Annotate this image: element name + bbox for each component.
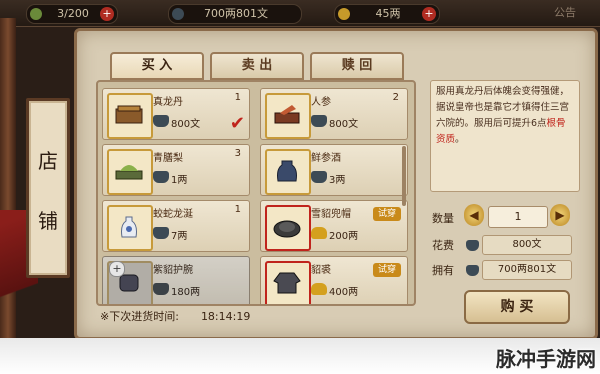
energy-counter: 3/200 + [26, 4, 118, 24]
copper-coin-icon [311, 171, 327, 183]
copper-coin-icon [153, 227, 169, 239]
energy-value: 3/200 [57, 7, 89, 20]
cost-value: 800文 [482, 235, 572, 255]
vase-icon [121, 216, 137, 238]
copper-coin-icon [311, 115, 327, 127]
item-icon-box [107, 93, 153, 139]
item-slot-zidiaohuwan[interactable]: + 紫貂护腕 180两 [102, 256, 250, 304]
copper-coin-icon [466, 265, 479, 276]
gold-ingot-icon [311, 227, 327, 239]
herb-tray-icon [115, 165, 143, 180]
watermark-text: 脉冲手游网 [496, 347, 596, 371]
add-icon: + [109, 261, 125, 277]
add-silver-button[interactable]: + [422, 7, 436, 21]
copper-counter: 700两801文 [168, 4, 302, 24]
item-price: 180两 [171, 287, 201, 298]
item-name: 紫貂护腕 [153, 265, 193, 276]
copper-coin-icon [153, 115, 169, 127]
copper-value: 700两801文 [204, 7, 268, 20]
item-icon-box [107, 149, 153, 195]
item-icon-box [265, 205, 311, 251]
item-name: 真龙丹 [153, 97, 183, 108]
item-qty: 2 [392, 92, 399, 103]
item-price: 400两 [329, 287, 359, 298]
energy-icon [30, 8, 42, 20]
buy-button[interactable]: 购 买 [464, 290, 570, 324]
status-bar: 3/200 + 700两801文 45两 + 公告 [0, 0, 600, 27]
item-icon-box [265, 93, 311, 139]
cost-label: 花费 [432, 239, 454, 252]
item-price: 7两 [171, 231, 188, 242]
item-price: 1两 [171, 175, 188, 186]
item-icon-box [265, 149, 311, 195]
increase-quantity-button[interactable]: ▶ [550, 204, 570, 226]
ginseng-box-icon [274, 105, 300, 124]
restock-time: 18:14:19 [200, 310, 251, 323]
pill-box-icon [115, 105, 143, 124]
wine-jar-icon [277, 160, 297, 182]
restock-timer: ※下次进货时间: 18:14:19 [100, 308, 250, 324]
copper-coin-icon [153, 283, 169, 295]
silver-value: 45两 [375, 7, 401, 20]
fur-hat-icon [273, 220, 301, 238]
item-qty: 3 [234, 148, 241, 159]
decrease-quantity-button[interactable]: ◀ [464, 204, 484, 226]
item-slot-diaoqiu[interactable]: 貂裘 试穿 400两 [260, 256, 408, 304]
item-qty: 1 [234, 92, 241, 103]
item-icon-box [265, 261, 311, 304]
tab-buy[interactable]: 买 入 [110, 52, 204, 80]
silver-ingot-icon [338, 8, 350, 20]
notice-button[interactable]: 公告 [540, 0, 590, 26]
tab-redeem[interactable]: 赎 回 [310, 52, 404, 80]
item-name: 青膳梨 [153, 153, 183, 164]
item-name: 人参 [311, 97, 331, 108]
item-slot-qingshanli[interactable]: 青膳梨 3 1两 [102, 144, 250, 196]
restock-label: ※下次进货时间: [100, 310, 179, 323]
shop-title-char-1: 店 [38, 149, 58, 173]
item-name: 鲜参酒 [311, 153, 341, 164]
silver-counter: 45两 + [334, 4, 440, 24]
quantity-label: 数量 [432, 212, 454, 225]
item-list-scrollbar[interactable] [402, 146, 406, 206]
gold-ingot-icon [311, 283, 327, 295]
item-name: 雪貂兜帽 [311, 209, 351, 220]
tab-sell[interactable]: 卖 出 [210, 52, 304, 80]
copper-coin-icon [466, 240, 479, 251]
selected-check-icon: ✔ [229, 113, 245, 134]
shop-title-char-2: 铺 [38, 209, 58, 233]
item-slot-xuediaodoumao[interactable]: 雪貂兜帽 试穿 200两 [260, 200, 408, 252]
item-icon-box [107, 205, 153, 251]
copper-coin-icon [172, 8, 184, 20]
item-price: 800文 [329, 119, 359, 130]
item-name: 貂裘 [311, 265, 331, 276]
item-price: 3两 [329, 175, 346, 186]
item-slot-jiaoshelongxian[interactable]: 蛟蛇龙涎 1 7两 [102, 200, 250, 252]
quantity-input[interactable]: 1 [488, 206, 548, 228]
copper-coin-icon [153, 171, 169, 183]
description-end: 。 [455, 134, 465, 145]
item-slot-renshen[interactable]: 人参 2 800文 [260, 88, 408, 140]
shop-title-banner: 店 铺 [26, 98, 70, 278]
fur-coat-icon [273, 272, 301, 294]
try-on-button[interactable]: 试穿 [373, 263, 401, 277]
add-energy-button[interactable]: + [100, 7, 114, 21]
owned-label: 拥有 [432, 264, 454, 277]
item-qty: 1 [234, 204, 241, 215]
item-grid: 真龙丹 1 800文 ✔ 人参 2 800文 青膳梨 3 1两 鲜参酒 3两 蛟… [96, 80, 416, 306]
item-slot-xianshenjiu[interactable]: 鲜参酒 3两 [260, 144, 408, 196]
item-slot-zhenlongdan[interactable]: 真龙丹 1 800文 ✔ [102, 88, 250, 140]
item-name: 蛟蛇龙涎 [153, 209, 193, 220]
owned-value: 700两801文 [482, 260, 572, 280]
item-price: 800文 [171, 119, 201, 130]
try-on-button[interactable]: 试穿 [373, 207, 401, 221]
item-price: 200两 [329, 231, 359, 242]
item-description: 服用真龙丹后体魄会变得强健，据说皇帝也是靠它才镇得住三宫六院的。服用后可提升6点… [430, 80, 580, 192]
